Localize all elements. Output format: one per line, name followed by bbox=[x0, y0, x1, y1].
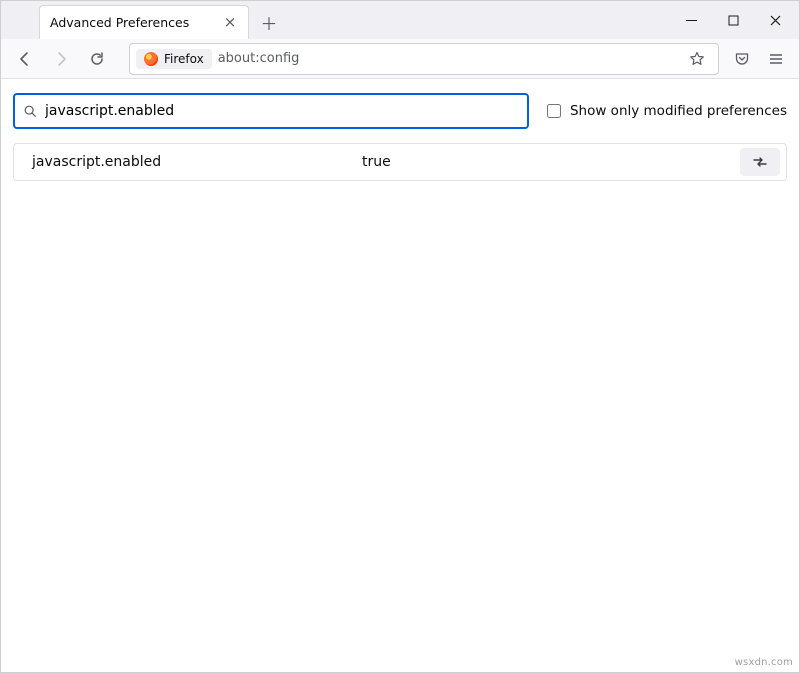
minimize-icon bbox=[686, 15, 697, 26]
arrow-left-icon bbox=[17, 51, 33, 67]
new-tab-button[interactable]: ＋ bbox=[255, 8, 283, 36]
bookmark-button[interactable] bbox=[682, 44, 712, 74]
star-icon bbox=[689, 51, 705, 67]
about-config-page: Show only modified preferences javascrip… bbox=[1, 79, 799, 672]
identity-pill[interactable]: Firefox bbox=[136, 49, 212, 69]
pref-value: true bbox=[362, 154, 740, 170]
pref-row: javascript.enabled true bbox=[13, 143, 787, 181]
maximize-icon bbox=[728, 15, 739, 26]
pref-search-box[interactable] bbox=[13, 93, 529, 129]
close-tab-icon[interactable]: × bbox=[222, 15, 238, 30]
minimize-button[interactable] bbox=[671, 6, 711, 34]
show-modified-checkbox-input[interactable] bbox=[547, 104, 561, 118]
pref-name: javascript.enabled bbox=[32, 154, 362, 170]
nav-toolbar: Firefox about:config bbox=[1, 39, 799, 79]
window-controls bbox=[671, 1, 795, 39]
reload-icon bbox=[89, 51, 105, 67]
show-modified-label: Show only modified preferences bbox=[570, 103, 787, 119]
hamburger-icon bbox=[768, 51, 784, 67]
tab-title: Advanced Preferences bbox=[50, 15, 214, 30]
url-text: about:config bbox=[218, 51, 300, 66]
close-icon bbox=[770, 15, 781, 26]
tab-advanced-preferences[interactable]: Advanced Preferences × bbox=[39, 5, 249, 39]
search-icon bbox=[23, 104, 37, 118]
firefox-logo-icon bbox=[144, 52, 158, 66]
back-button[interactable] bbox=[9, 43, 41, 75]
pref-toggle-button[interactable] bbox=[740, 148, 780, 176]
forward-button[interactable] bbox=[45, 43, 77, 75]
toggle-icon bbox=[752, 154, 768, 170]
pocket-button[interactable] bbox=[727, 44, 757, 74]
identity-label: Firefox bbox=[164, 52, 204, 66]
app-menu-button[interactable] bbox=[761, 44, 791, 74]
tab-strip: Advanced Preferences × ＋ bbox=[1, 1, 799, 39]
show-modified-checkbox[interactable]: Show only modified preferences bbox=[543, 101, 787, 121]
browser-window: Advanced Preferences × ＋ bbox=[0, 0, 800, 673]
maximize-button[interactable] bbox=[713, 6, 753, 34]
watermark: wsxdn.com bbox=[735, 657, 793, 668]
reload-button[interactable] bbox=[81, 43, 113, 75]
pref-search-input[interactable] bbox=[43, 95, 519, 127]
arrow-right-icon bbox=[53, 51, 69, 67]
close-window-button[interactable] bbox=[755, 6, 795, 34]
url-bar[interactable]: Firefox about:config bbox=[129, 43, 719, 75]
search-row: Show only modified preferences bbox=[13, 93, 787, 129]
pocket-icon bbox=[734, 51, 750, 67]
